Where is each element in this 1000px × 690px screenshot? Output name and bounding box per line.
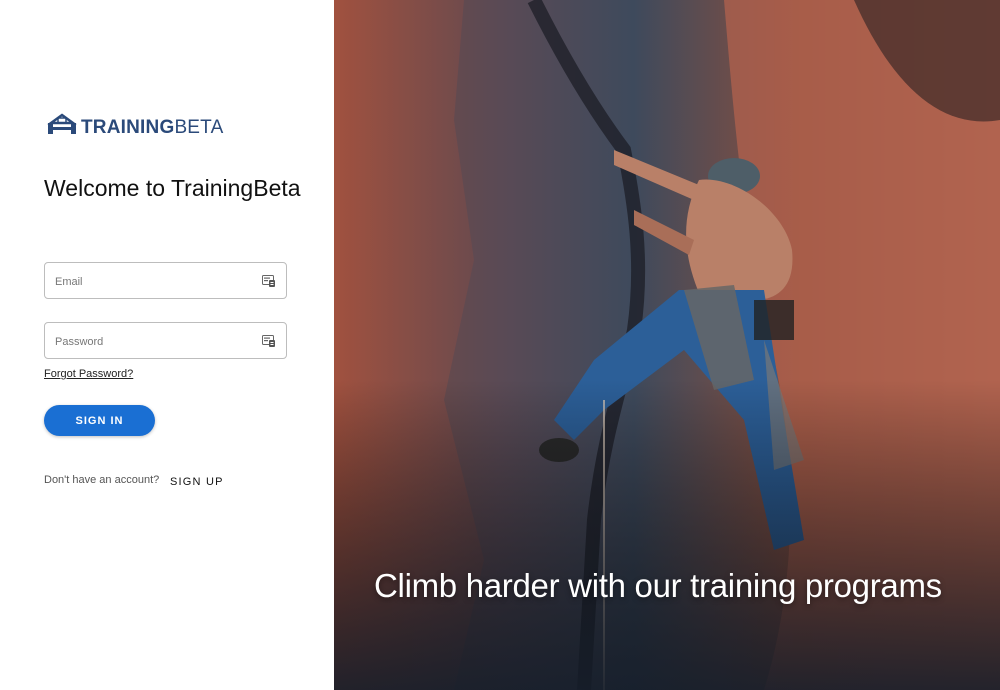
logo-text-main: TRAINING [81,116,175,138]
email-field[interactable] [44,262,287,300]
hero-image: Climb harder with our training programs [334,0,1000,690]
login-panel: TRAININGBETA Welcome to TrainingBeta Ema… [0,0,334,690]
password-manager-key-icon[interactable] [262,334,276,348]
login-page: TRAININGBETA Welcome to TrainingBeta Ema… [0,0,1000,690]
forgot-password-link[interactable]: Forgot Password? [44,368,133,380]
email-input[interactable] [53,263,257,300]
sign-in-button[interactable]: SIGN IN [44,405,155,436]
no-account-text: Don't have an account? [44,474,160,486]
brand-logo[interactable]: TRAININGBETA [47,113,223,142]
page-title: Welcome to TrainingBeta [44,175,301,201]
logo-icon [47,113,77,142]
password-input[interactable] [53,323,257,360]
logo-text: TRAININGBETA [81,117,223,139]
hero-tagline: Climb harder with our training programs [374,567,942,604]
logo-text-accent: BETA [174,116,224,138]
sign-up-link[interactable]: SIGN UP [170,476,224,488]
password-field[interactable] [44,322,287,360]
password-manager-key-icon[interactable] [262,274,276,288]
